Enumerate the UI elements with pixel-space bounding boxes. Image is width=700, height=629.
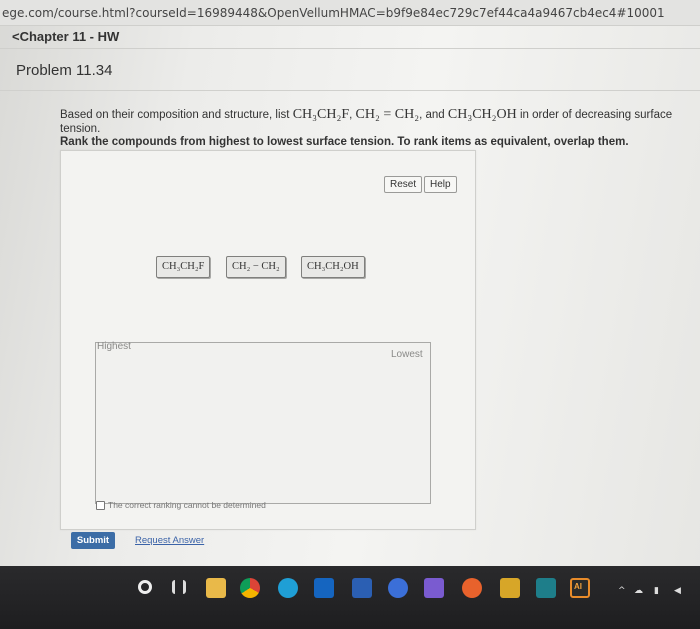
url-text: ege.com/course.html?courseId=16989448&Op… (2, 6, 665, 20)
cannot-determine-checkbox[interactable] (96, 500, 105, 510)
question-prefix: Based on their composition and structure… (60, 109, 290, 121)
app-yellow-icon[interactable] (500, 578, 520, 598)
and-word: and (425, 109, 445, 121)
instruction-text: Rank the compounds from highest to lowes… (60, 136, 629, 148)
tile-ch2ch2[interactable]: CH₂ − CH₂ (226, 256, 286, 278)
divider (0, 90, 700, 91)
tile-ch3ch2f[interactable]: CH₃CH₂F (156, 256, 211, 278)
question-text: Based on their composition and structure… (60, 107, 673, 136)
edge-icon[interactable] (278, 578, 298, 598)
cannot-determine-option[interactable]: The correct ranking cannot be determined (96, 500, 266, 510)
request-answer-link[interactable]: Request Answer (135, 535, 204, 546)
highest-label: Highest (97, 341, 131, 352)
network-icon[interactable]: ▮ (654, 586, 659, 596)
help-button[interactable]: Help (424, 176, 457, 193)
cloud-icon[interactable]: ☁ (634, 586, 643, 596)
divider (0, 48, 700, 49)
chevron-up-icon[interactable]: ^ (618, 586, 626, 596)
app-teal-icon[interactable] (536, 578, 556, 598)
outlook-icon[interactable] (314, 578, 334, 598)
submit-button[interactable]: Submit (71, 532, 115, 549)
chrome-icon[interactable] (240, 578, 260, 598)
compound-3-formula: CH₃CH₂OH (447, 107, 517, 122)
file-explorer-icon[interactable] (206, 578, 226, 598)
compound-1-formula: CH₃CH₂F (292, 107, 350, 122)
app-blue-icon[interactable] (388, 578, 408, 598)
ai-app-icon[interactable]: AI (570, 578, 590, 598)
app-purple-icon[interactable] (424, 578, 444, 598)
app-orange-icon[interactable] (462, 578, 482, 598)
volume-icon[interactable]: ◀ (674, 586, 681, 596)
word-icon[interactable] (352, 578, 372, 598)
reset-button[interactable]: Reset (384, 176, 423, 193)
ranking-drop-area[interactable] (95, 342, 431, 504)
address-bar[interactable]: ege.com/course.html?courseId=16989448&Op… (0, 0, 700, 26)
cannot-determine-label: The correct ranking cannot be determined (108, 500, 266, 510)
taskbar (0, 566, 700, 629)
lowest-label: Lowest (391, 349, 423, 360)
task-view-icon[interactable] (172, 580, 186, 594)
compound-2-formula: CH₂ = CH₂ (355, 107, 420, 122)
ai-app-label: AI (574, 582, 582, 591)
problem-title: Problem 11.34 (16, 62, 113, 79)
chapter-back-link[interactable]: <Chapter 11 - HW (12, 29, 119, 44)
tile-ch3ch2oh[interactable]: CH₃CH₂OH (301, 256, 365, 278)
start-circle-icon[interactable] (138, 580, 152, 594)
